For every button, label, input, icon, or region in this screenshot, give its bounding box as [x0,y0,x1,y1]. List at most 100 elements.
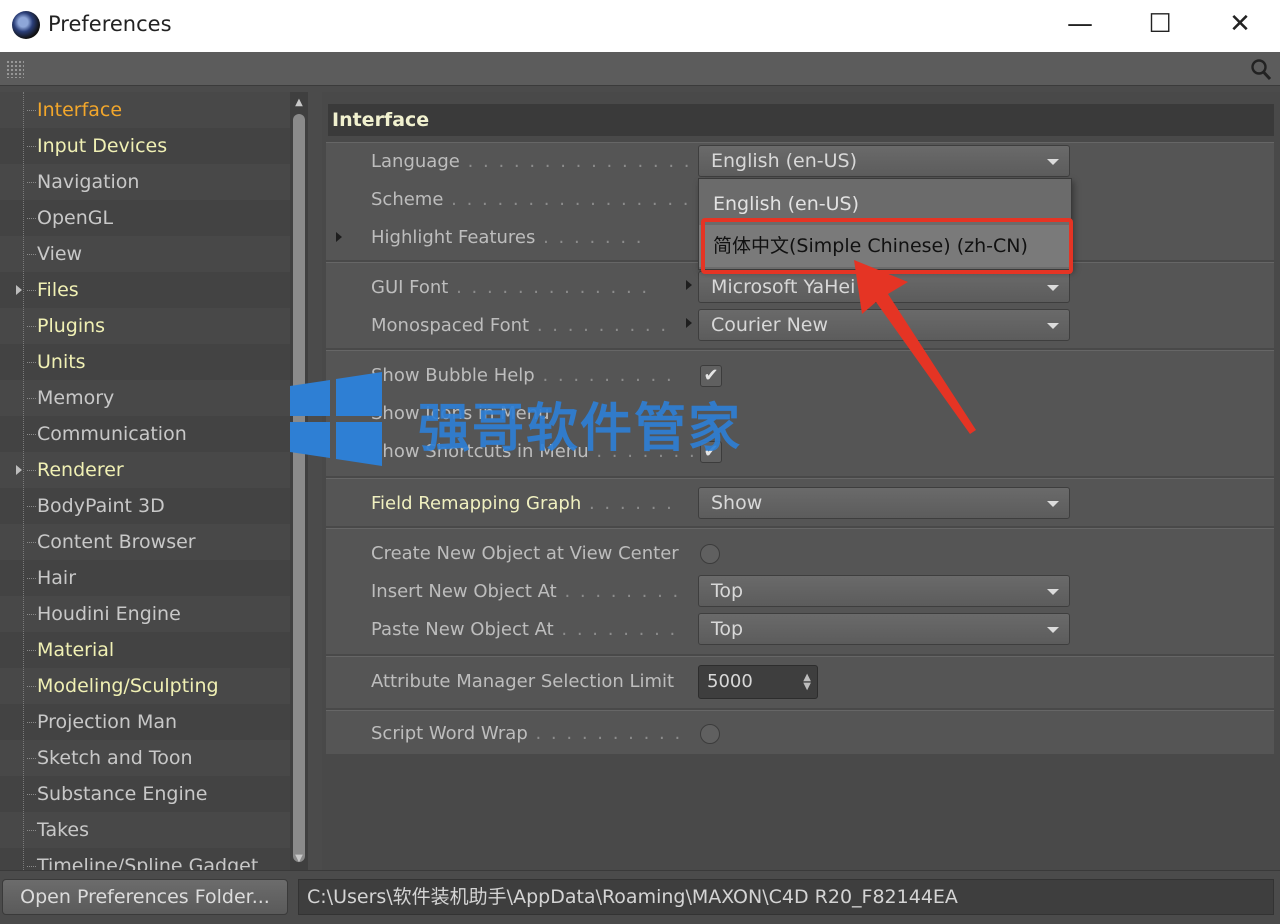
expand-arrow-icon[interactable] [16,285,22,295]
minimize-button[interactable]: — [1040,0,1120,48]
paste-at-dropdown[interactable]: Top [698,613,1070,645]
sidebar-item-label: Material [37,639,115,661]
paste-at-label: Paste New Object At . . . . . . . . [371,619,678,640]
sidebar-item-memory[interactable]: Memory [0,380,290,416]
sidebar-item-plugins[interactable]: Plugins [0,308,290,344]
sidebar-item-label: Plugins [37,315,106,337]
settings-group-objects: Create New Object at View Center Insert … [326,528,1274,654]
scroll-up-icon[interactable]: ▲ [293,96,305,110]
scheme-label: Scheme . . . . . . . . . . . . . . . . .… [371,189,722,210]
sidebar-item-units[interactable]: Units [0,344,290,380]
sidebar-item-label: Takes [37,819,90,841]
sidebar-item-communication[interactable]: Communication [0,416,290,452]
expand-arrow-icon[interactable] [336,232,342,242]
sidebar-item-interface[interactable]: Interface [0,92,290,128]
language-dropdown[interactable]: English (en-US) [698,145,1070,177]
chevron-down-icon [1047,323,1059,329]
sidebar-item-files[interactable]: Files [0,272,290,308]
chevron-down-icon [1047,589,1059,595]
settings-group-help: Show Bubble Help . . . . . . . . . ✔ Sho… [326,350,1274,476]
cinema4d-app-icon [12,11,40,39]
bubble-help-checkbox[interactable]: ✔ [700,365,722,387]
sidebar-item-label: View [37,243,83,265]
create-at-center-checkbox[interactable] [700,544,720,564]
sidebar-item-label: Houdini Engine [37,603,181,625]
field-remapping-dropdown[interactable]: Show [698,487,1070,519]
insert-at-dropdown[interactable]: Top [698,575,1070,607]
sidebar-item-label: Content Browser [37,531,196,553]
font-arrow-icon[interactable] [686,280,692,290]
close-button[interactable]: ✕ [1200,0,1280,48]
sidebar-item-substance-engine[interactable]: Substance Engine [0,776,290,812]
create-at-center-label: Create New Object at View Center [371,543,679,564]
sidebar-scrollbar[interactable]: ▲ ▼ [290,92,308,870]
shortcuts-in-menu-label: Show Shortcuts in Menu . . . . . . . [371,441,697,462]
mono-font-label: Monospaced Font . . . . . . . . . [371,315,669,336]
sidebar-item-label: Communication [37,423,187,445]
footer-bar: Open Preferences Folder... C:\Users\软件装机… [0,870,1280,924]
sidebar-item-takes[interactable]: Takes [0,812,290,848]
chevron-down-icon [1047,159,1059,165]
language-label: Language . . . . . . . . . . . . . . . . [371,151,707,172]
selection-limit-spinbox[interactable]: 5000 ▲ ▼ [698,665,818,699]
maximize-button[interactable]: ☐ [1120,0,1200,48]
scrollbar-thumb[interactable] [293,114,305,862]
sidebar-item-label: OpenGL [37,207,114,229]
red-arrow-annotation [854,260,976,434]
sidebar-item-renderer[interactable]: Renderer [0,452,290,488]
tool-strip [0,52,1280,86]
tree-connector-line [23,92,24,870]
open-preferences-folder-button[interactable]: Open Preferences Folder... [2,879,288,915]
sidebar-item-label: Substance Engine [37,783,208,805]
sidebar-item-label: Files [37,279,79,301]
selection-limit-label: Attribute Manager Selection Limit [371,671,675,692]
word-wrap-label: Script Word Wrap . . . . . . . . . . [371,723,683,744]
sidebar-item-material[interactable]: Material [0,632,290,668]
sidebar-item-label: Interface [37,99,123,121]
sidebar-item-opengl[interactable]: OpenGL [0,200,290,236]
preferences-category-tree: Interface Input Devices Navigation OpenGL Vi… [0,92,290,870]
sidebar-item-view[interactable]: View [0,236,290,272]
sidebar-item-label: Sketch and Toon [37,747,193,769]
sidebar-item-label: Input Devices [37,135,168,157]
gui-font-label: GUI Font . . . . . . . . . . . . . [371,277,650,298]
font-arrow-icon[interactable] [686,318,692,328]
sidebar-item-label: Memory [37,387,115,409]
sidebar-item-input-devices[interactable]: Input Devices [0,128,290,164]
sidebar-item-label: Timeline/Spline Gadget [37,855,259,870]
window-title: Preferences [48,12,172,36]
sidebar-item-label: Modeling/Sculpting [37,675,219,697]
sidebar-item-label: Hair [37,567,77,589]
sidebar-item-houdini-engine[interactable]: Houdini Engine [0,596,290,632]
highlight-features-label: Highlight Features . . . . . . . [371,227,644,248]
sidebar-item-content-browser[interactable]: Content Browser [0,524,290,560]
sidebar-item-label: Projection Man [37,711,178,733]
word-wrap-checkbox[interactable] [700,724,720,744]
sidebar-item-label: Renderer [37,459,124,481]
preferences-path-field[interactable]: C:\Users\软件装机助手\AppData\Roaming\MAXON\C4… [298,879,1274,915]
sidebar-item-projection-man[interactable]: Projection Man [0,704,290,740]
settings-group-script: Script Word Wrap . . . . . . . . . . [326,710,1274,754]
chevron-down-icon [1047,501,1059,507]
settings-group-fonts: GUI Font . . . . . . . . . . . . . Micro… [326,262,1274,348]
insert-at-label: Insert New Object At . . . . . . . . [371,581,681,602]
shortcuts-in-menu-checkbox[interactable]: ✔ [700,441,722,463]
expand-arrow-icon[interactable] [16,465,22,475]
sidebar-item-timeline-spline-gadget[interactable]: Timeline/Spline Gadget [0,848,290,870]
spinner-arrows-icon[interactable]: ▲ ▼ [803,673,811,692]
field-remapping-label: Field Remapping Graph . . . . . . [371,493,674,514]
icons-in-menu-label: Show Icons in Menu [371,403,550,424]
search-icon[interactable] [1250,58,1272,82]
title-bar: Preferences — ☐ ✕ [0,0,1280,52]
chevron-down-icon [1047,627,1059,633]
sidebar-item-navigation[interactable]: Navigation [0,164,290,200]
sidebar-item-label: Navigation [37,171,140,193]
sidebar-item-hair[interactable]: Hair [0,560,290,596]
settings-group-attributes: Attribute Manager Selection Limit 5000 ▲ ▼ [326,656,1274,708]
scroll-down-icon[interactable]: ▼ [293,852,305,866]
sidebar-item-bodypaint-3d[interactable]: BodyPaint 3D [0,488,290,524]
grip-handle-icon[interactable] [6,60,24,78]
sidebar-item-modeling-sculpting[interactable]: Modeling/Sculpting [0,668,290,704]
settings-group-fields: Field Remapping Graph . . . . . . Show [326,478,1274,526]
sidebar-item-sketch-and-toon[interactable]: Sketch and Toon [0,740,290,776]
